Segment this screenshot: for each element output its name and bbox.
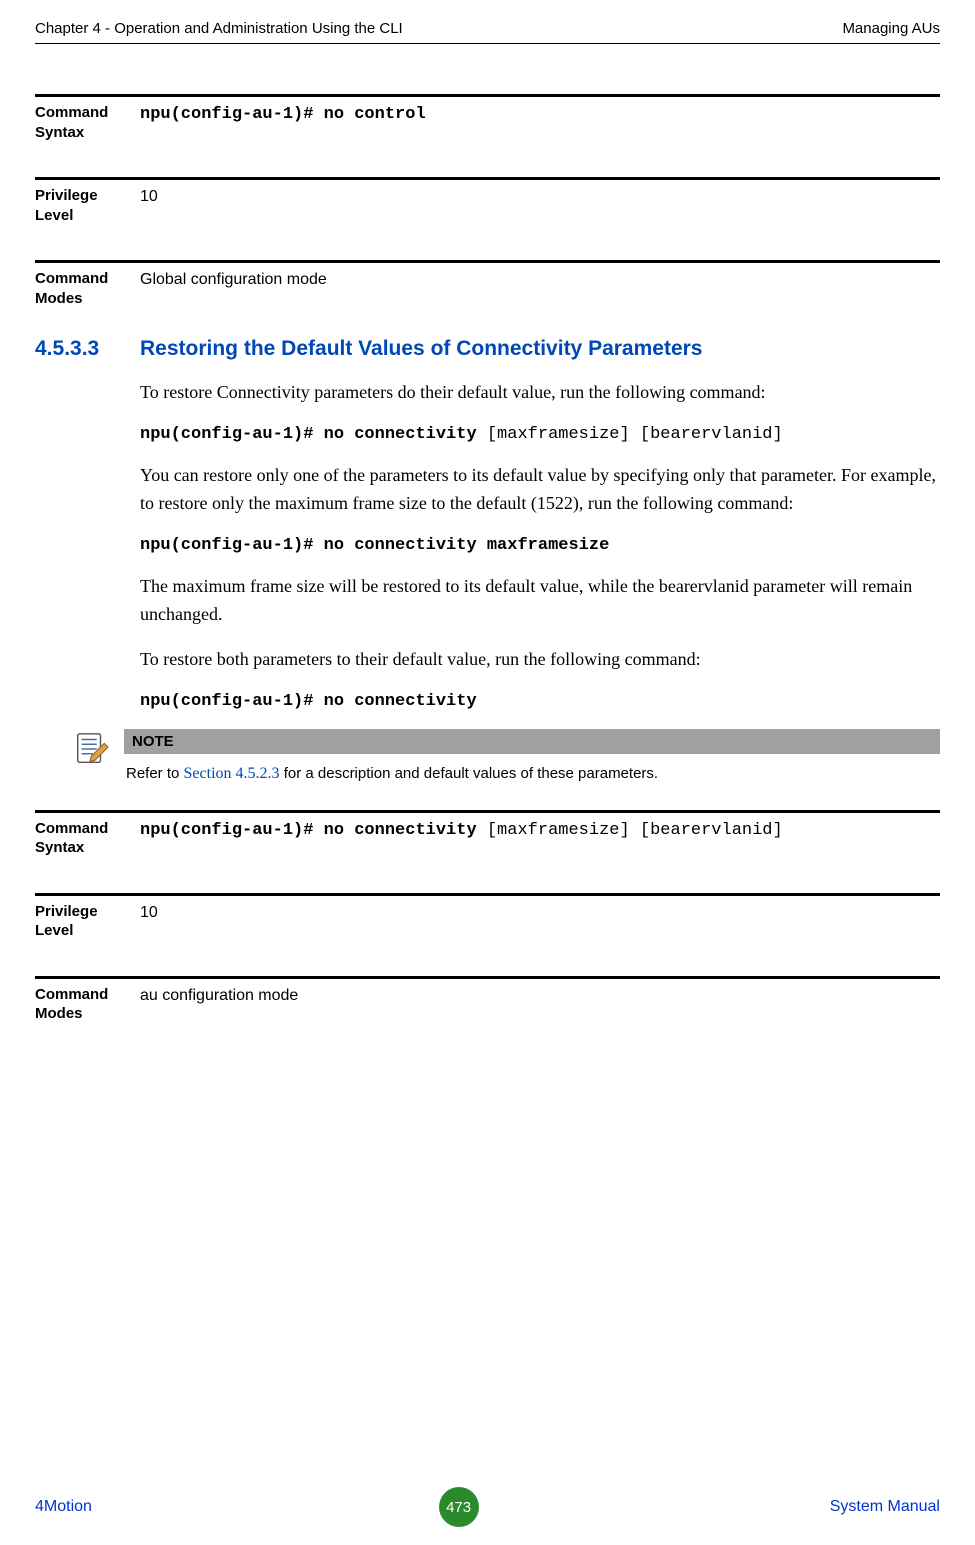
command-args: [maxframesize] [bearervlanid]	[487, 425, 783, 444]
header-left: Chapter 4 - Operation and Administration…	[35, 20, 403, 37]
command-modes-value: Global configuration mode	[140, 269, 327, 291]
privilege-level-label: Privilege Level	[35, 186, 140, 225]
command-line: npu(config-au-1)# no connectivity [maxfr…	[140, 425, 940, 444]
command-line: npu(config-au-1)# no connectivity	[140, 692, 940, 711]
privilege-level-block-1: Privilege Level 10	[35, 177, 940, 225]
command-args: [maxframesize] [bearervlanid]	[487, 821, 783, 840]
command-syntax-value: npu(config-au-1)# no control	[140, 103, 426, 127]
command-syntax-label: Command Syntax	[35, 103, 140, 142]
body-paragraph: You can restore only one of the paramete…	[140, 462, 940, 518]
note-text-pre: Refer to	[126, 765, 184, 782]
command-bold: npu(config-au-1)# no connectivity	[140, 425, 487, 444]
command-modes-block-2: Command Modes au configuration mode	[35, 976, 940, 1024]
note-body: NOTE Refer to Section 4.5.2.3 for a desc…	[124, 729, 940, 787]
body-paragraph: The maximum frame size will be restored …	[140, 573, 940, 629]
command-syntax-value: npu(config-au-1)# no connectivity [maxfr…	[140, 819, 783, 843]
command-modes-value: au configuration mode	[140, 985, 298, 1007]
note-link[interactable]: Section 4.5.2.3	[184, 765, 280, 782]
note-text-post: for a description and default values of …	[280, 765, 659, 782]
header-rule	[35, 43, 940, 44]
body-paragraph: To restore both parameters to their defa…	[140, 646, 940, 674]
page-number-badge: 473	[439, 1487, 479, 1527]
command-modes-label: Command Modes	[35, 985, 140, 1024]
command-syntax-label: Command Syntax	[35, 819, 140, 858]
body-paragraph: To restore Connectivity parameters do th…	[140, 379, 940, 407]
header-right: Managing AUs	[842, 20, 940, 37]
command-line: npu(config-au-1)# no connectivity maxfra…	[140, 536, 940, 555]
section-number: 4.5.3.3	[35, 337, 140, 361]
command-syntax-text: npu(config-au-1)# no control	[140, 105, 426, 124]
privilege-level-block-2: Privilege Level 10	[35, 893, 940, 941]
command-modes-label: Command Modes	[35, 269, 140, 308]
privilege-level-label: Privilege Level	[35, 902, 140, 941]
command-syntax-block-2: Command Syntax npu(config-au-1)# no conn…	[35, 810, 940, 858]
command-bold: npu(config-au-1)# no connectivity	[140, 821, 487, 840]
command-modes-block-1: Command Modes Global configuration mode	[35, 260, 940, 308]
footer-right[interactable]: System Manual	[825, 1498, 940, 1516]
section-heading: 4.5.3.3 Restoring the Default Values of …	[35, 337, 940, 361]
command-bold: npu(config-au-1)# no connectivity maxfra…	[140, 536, 609, 555]
note-icon	[70, 729, 124, 773]
command-bold: npu(config-au-1)# no connectivity	[140, 692, 477, 711]
note-text: Refer to Section 4.5.2.3 for a descripti…	[124, 754, 940, 787]
privilege-level-value: 10	[140, 902, 158, 924]
footer-left[interactable]: 4Motion	[35, 1498, 92, 1516]
section-title: Restoring the Default Values of Connecti…	[140, 337, 703, 361]
command-syntax-block-1: Command Syntax npu(config-au-1)# no cont…	[35, 94, 940, 142]
note-heading: NOTE	[124, 729, 940, 754]
privilege-level-value: 10	[140, 186, 158, 208]
